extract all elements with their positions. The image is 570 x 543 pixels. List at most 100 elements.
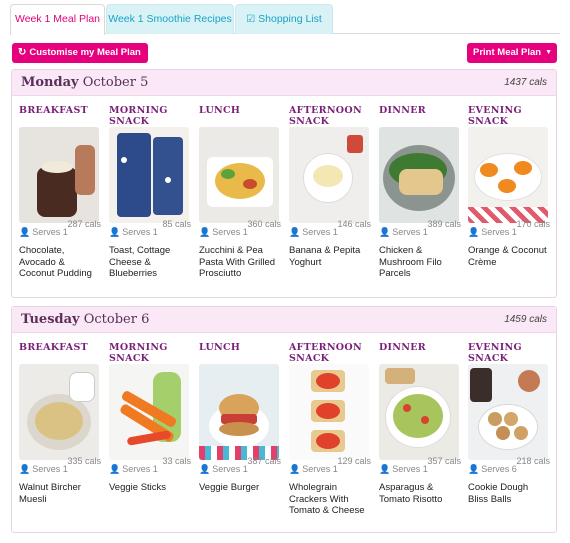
meal-name[interactable]: Asparagus & Tomato Risotto	[379, 482, 461, 505]
meal-photo[interactable]	[199, 364, 279, 460]
serves-text: Serves 1	[302, 227, 338, 237]
meal-meta: 👤 Serves 1 335 cals	[19, 456, 101, 475]
refresh-icon: ↻	[18, 47, 27, 58]
user-icon: 👤	[289, 227, 301, 237]
meal-card[interactable]: Breakfast 👤 Serves 1 335 cals Walnut Birch…	[19, 342, 101, 505]
day-total-cals: 1437 cals	[504, 77, 547, 88]
serves-text: Serves 6	[481, 464, 517, 474]
meal-photo[interactable]	[468, 364, 548, 460]
meal-card[interactable]: Lunch 👤 Serves 1 387 cals Veggie Burger	[199, 342, 281, 494]
meal-card[interactable]: Dinner 👤 Serves 1 357 cals Asparagus & Tom…	[379, 342, 461, 505]
serves-text: Serves 1	[302, 464, 338, 474]
tab-label: Shopping List	[258, 13, 322, 25]
meal-name[interactable]: Chicken & Mushroom Filo Parcels	[379, 245, 461, 280]
meal-photo[interactable]	[19, 364, 99, 460]
meal-name[interactable]: Walnut Bircher Muesli	[19, 482, 101, 505]
tab-label: Week 1 Meal Plan	[14, 13, 100, 25]
meal-label: Breakfast	[19, 342, 88, 353]
meals-row: Breakfast 👤 Serves 1 287 cals Chocolate, A…	[12, 105, 556, 295]
tab-bar: Week 1 Meal Plan Week 1 Smoothie Recipes…	[10, 4, 560, 35]
day-header: Tuesday October 6 1459 cals	[12, 307, 556, 333]
meal-name[interactable]: Zucchini & Pea Pasta With Grilled Prosci…	[199, 245, 281, 280]
tab-shopping-list[interactable]: ☑ Shopping List	[235, 4, 333, 34]
serves-info: 👤 Serves 6	[468, 464, 517, 475]
meal-card[interactable]: Breakfast 👤 Serves 1 287 cals Chocolate, A…	[19, 105, 101, 280]
tab-label: Week 1 Smoothie Recipes	[108, 13, 232, 25]
day-header: Monday October 5 1437 cals	[12, 70, 556, 96]
serves-info: 👤 Serves 1	[19, 227, 68, 238]
meal-cals: 389 cals	[427, 219, 461, 229]
meal-cals: 335 cals	[67, 456, 101, 466]
caret-down-icon: ▼	[545, 49, 553, 56]
meal-cals: 146 cals	[337, 219, 371, 229]
meal-card[interactable]: Evening Snack 👤 Serves 6 218 cals Cookie D…	[468, 342, 550, 505]
meal-card[interactable]: Lunch 👤 Serves 1 360 cals Zucchini & Pea P…	[199, 105, 281, 280]
meal-name[interactable]: Orange & Coconut Crème	[468, 245, 550, 268]
serves-text: Serves 1	[122, 464, 158, 474]
meal-photo[interactable]	[19, 127, 99, 223]
meal-name[interactable]: Veggie Sticks	[109, 482, 191, 494]
serves-text: Serves 1	[392, 227, 428, 237]
serves-info: 👤 Serves 1	[109, 227, 158, 238]
meal-card[interactable]: Morning Snack 👤 Serves 1 33 cals Veggie St…	[109, 342, 191, 494]
meal-cals: 357 cals	[427, 456, 461, 466]
user-icon: 👤	[199, 227, 211, 237]
meal-name[interactable]: Wholegrain Crackers With Tomato & Cheese	[289, 482, 371, 517]
meal-photo[interactable]	[109, 364, 189, 460]
meal-meta: 👤 Serves 1 287 cals	[19, 219, 101, 238]
meal-name[interactable]: Cookie Dough Bliss Balls	[468, 482, 550, 505]
user-icon: 👤	[109, 464, 121, 474]
print-meal-plan-button[interactable]: Print Meal Plan ▼	[467, 43, 557, 63]
meal-photo[interactable]	[379, 127, 459, 223]
meal-label: Breakfast	[19, 105, 88, 116]
meal-photo[interactable]	[109, 127, 189, 223]
user-icon: 👤	[109, 227, 121, 237]
meal-meta: 👤 Serves 1 360 cals	[199, 219, 281, 238]
tab-week-1-smoothie-recipes[interactable]: Week 1 Smoothie Recipes	[106, 4, 234, 34]
meal-card[interactable]: Morning Snack 👤 Serves 1 85 cals Toast, Co…	[109, 105, 191, 280]
meal-label: Afternoon Snack	[289, 342, 362, 364]
meal-meta: 👤 Serves 1 33 cals	[109, 456, 191, 475]
meal-photo[interactable]	[289, 364, 369, 460]
meal-photo[interactable]	[468, 127, 548, 223]
serves-text: Serves 1	[122, 227, 158, 237]
serves-text: Serves 1	[32, 464, 68, 474]
meal-name[interactable]: Banana & Pepita Yoghurt	[289, 245, 371, 268]
meal-meta: 👤 Serves 1 389 cals	[379, 219, 461, 238]
tab-week-1-meal-plan[interactable]: Week 1 Meal Plan	[10, 4, 105, 35]
user-icon: 👤	[19, 464, 31, 474]
meal-label: Lunch	[199, 105, 241, 116]
day-name: Monday	[21, 75, 79, 90]
day-panel-tuesday: Tuesday October 6 1459 cals Breakfast 👤 S…	[11, 306, 557, 533]
meal-card[interactable]: Afternoon Snack 👤 Serves 1 129 cals Wholeg…	[289, 342, 371, 517]
customise-meal-plan-button[interactable]: ↻ Customise my Meal Plan	[12, 43, 148, 63]
meal-cals: 360 cals	[247, 219, 281, 229]
meal-photo[interactable]	[379, 364, 459, 460]
meal-cals: 387 cals	[247, 456, 281, 466]
meal-cals: 287 cals	[67, 219, 101, 229]
button-label: Customise my Meal Plan	[29, 47, 141, 58]
meal-name[interactable]: Veggie Burger	[199, 482, 281, 494]
meal-card[interactable]: Dinner 👤 Serves 1 389 cals Chicken & Mushr…	[379, 105, 461, 280]
meal-meta: 👤 Serves 6 218 cals	[468, 456, 550, 475]
day-title: Monday October 5	[21, 75, 148, 90]
serves-info: 👤 Serves 1	[379, 464, 428, 475]
serves-info: 👤 Serves 1	[199, 227, 248, 238]
meal-label: Afternoon Snack	[289, 105, 362, 127]
meal-card[interactable]: Evening Snack 👤 Serves 1 170 cals Orange &…	[468, 105, 550, 268]
meal-photo[interactable]	[289, 127, 369, 223]
meal-meta: 👤 Serves 1 146 cals	[289, 219, 371, 238]
meal-card[interactable]: Afternoon Snack 👤 Serves 1 146 cals Banana…	[289, 105, 371, 268]
serves-text: Serves 1	[212, 227, 248, 237]
serves-info: 👤 Serves 1	[289, 227, 338, 238]
user-icon: 👤	[199, 464, 211, 474]
serves-text: Serves 1	[392, 464, 428, 474]
meal-name[interactable]: Toast, Cottage Cheese & Blueberries	[109, 245, 191, 280]
day-name: Tuesday	[21, 312, 80, 327]
meal-meta: 👤 Serves 1 129 cals	[289, 456, 371, 475]
meal-cals: 170 cals	[516, 219, 550, 229]
meal-label: Evening Snack	[468, 342, 522, 364]
meal-name[interactable]: Chocolate, Avocado & Coconut Pudding	[19, 245, 101, 280]
meal-photo[interactable]	[199, 127, 279, 223]
meal-cals: 218 cals	[516, 456, 550, 466]
